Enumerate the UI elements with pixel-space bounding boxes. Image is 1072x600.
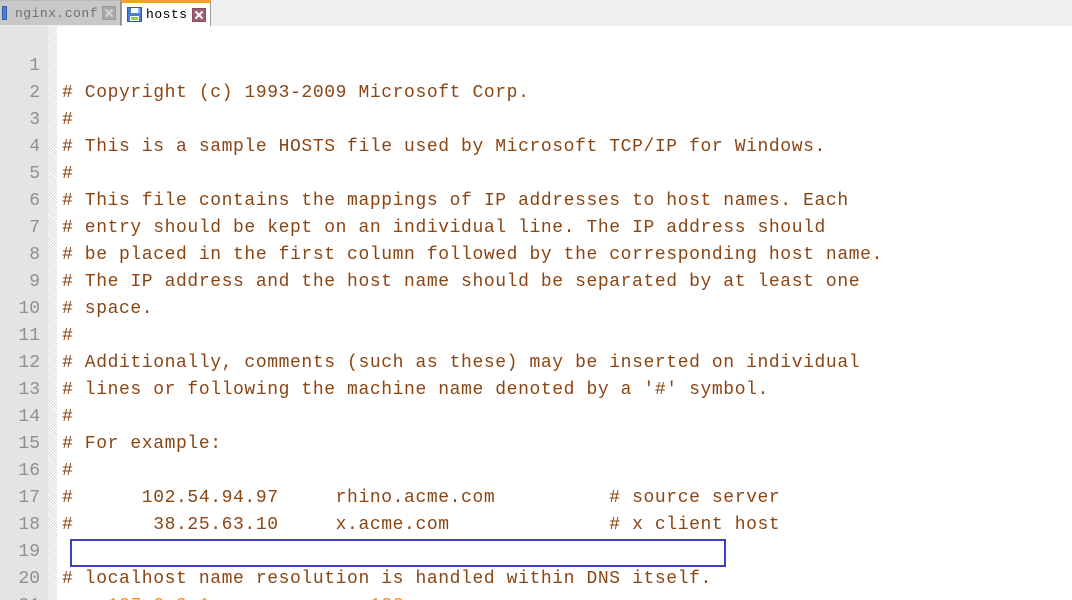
line-text: 127.0.0.1 www.123.com bbox=[62, 593, 1072, 600]
editor-line[interactable]: 16 # 102.54.94.97 rhino.acme.com # sourc… bbox=[0, 431, 1072, 508]
line-number: 21 bbox=[0, 593, 40, 600]
editor-line[interactable]: 7 # be placed in the first column follow… bbox=[0, 188, 1072, 265]
editor-line[interactable]: 8 # The IP address and the host name sho… bbox=[0, 215, 1072, 292]
editor-line[interactable]: 9 # space. bbox=[0, 242, 1072, 319]
editor-line[interactable]: 12 # lines or following the machine name… bbox=[0, 323, 1072, 400]
host-subdomain: www. bbox=[324, 596, 370, 600]
close-icon[interactable] bbox=[191, 7, 206, 22]
tab-label: hosts bbox=[146, 7, 188, 22]
editor-line[interactable]: 17 # 38.25.63.10 x.acme.com # x client h… bbox=[0, 458, 1072, 535]
editor-line[interactable]: 14 # For example: bbox=[0, 377, 1072, 454]
editor-line[interactable]: 11 # Additionally, comments (such as the… bbox=[0, 296, 1072, 373]
editor-line[interactable]: 19 # localhost name resolution is handle… bbox=[0, 512, 1072, 589]
host-domain: 123.com bbox=[370, 596, 450, 600]
ip-address-value: 127.0.0.1 bbox=[108, 596, 211, 600]
close-icon[interactable] bbox=[102, 6, 117, 20]
editor-line[interactable]: 13 # bbox=[0, 350, 1072, 427]
editor-line[interactable]: 5 # This file contains the mappings of I… bbox=[0, 134, 1072, 211]
tab-hosts[interactable]: hosts bbox=[121, 0, 211, 26]
editor-line[interactable]: 15 # bbox=[0, 404, 1072, 481]
editor-line[interactable]: 4 # bbox=[0, 107, 1072, 184]
file-marker-icon bbox=[2, 6, 7, 20]
editor-line[interactable]: 18 bbox=[0, 485, 1072, 535]
editor-line[interactable]: 6 # entry should be kept on an individua… bbox=[0, 161, 1072, 238]
editor-line[interactable]: 3 # This is a sample HOSTS file used by … bbox=[0, 80, 1072, 157]
editor-line-selected[interactable]: 20 127.0.0.1 www.123.com bbox=[0, 539, 1072, 600]
code-editor[interactable]: 1 # Copyright (c) 1993-2009 Microsoft Co… bbox=[0, 26, 1072, 600]
editor-line[interactable]: 1 # Copyright (c) 1993-2009 Microsoft Co… bbox=[0, 26, 1072, 103]
editor-line[interactable]: 10 # bbox=[0, 269, 1072, 346]
tab-label: nginx.conf bbox=[15, 5, 99, 21]
editor-tab-bar: nginx.conf hosts bbox=[0, 0, 1072, 26]
tab-nginx-conf[interactable]: nginx.conf bbox=[0, 0, 122, 25]
editor-line[interactable]: 21 # ::1 localhost bbox=[0, 566, 1072, 600]
editor-lines[interactable]: 1 # Copyright (c) 1993-2009 Microsoft Co… bbox=[0, 26, 1072, 600]
editor-line[interactable]: 2 # bbox=[0, 53, 1072, 130]
floppy-save-icon bbox=[127, 7, 143, 22]
